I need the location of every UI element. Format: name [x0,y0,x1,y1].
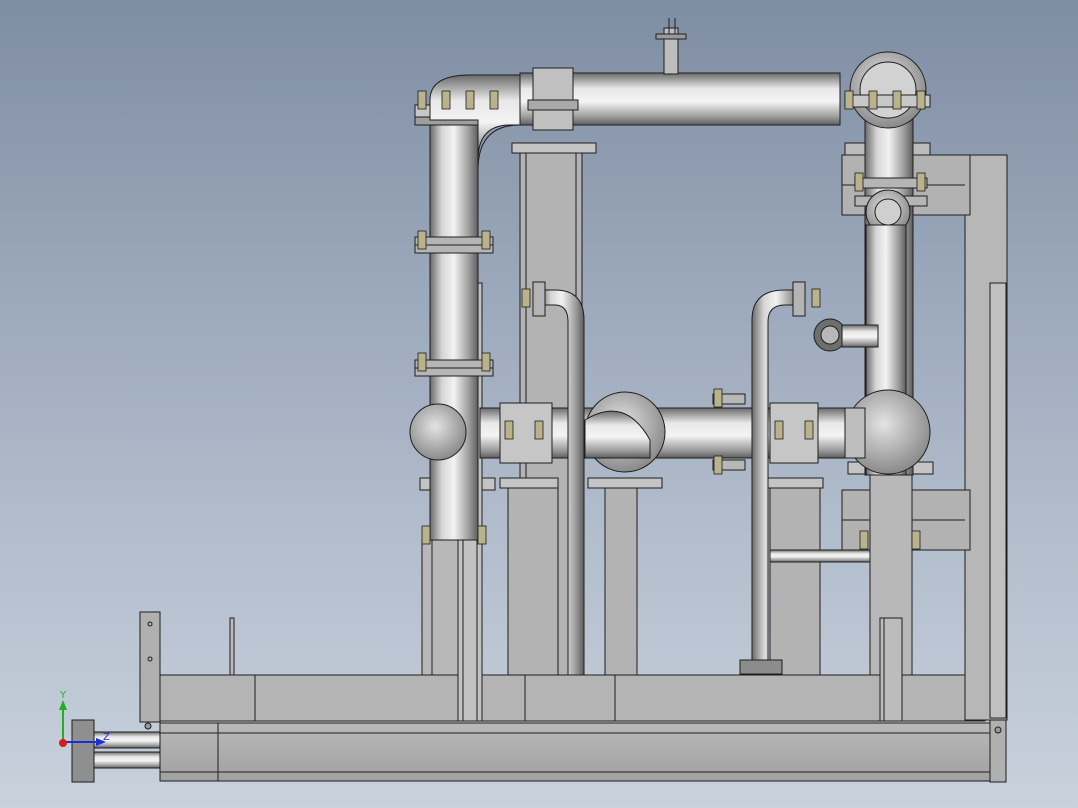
bolt [713,388,723,408]
bolt [916,90,926,110]
bolt [521,288,531,308]
bolt [481,352,491,372]
bolt [854,172,864,192]
bolt [417,230,427,250]
outlet-pipes [71,719,161,783]
bolt [489,90,499,110]
bolt [504,420,514,440]
bolt [417,352,427,372]
bolt [417,90,427,110]
bolt [481,230,491,250]
bolt [892,90,902,110]
y-axis-arrow [59,700,67,710]
small-pipes [532,281,879,676]
z-axis-label: Z [103,732,110,743]
bolt [911,530,921,550]
bolt [868,90,878,110]
bolt [844,90,854,110]
bolt [534,420,544,440]
bolt [811,288,821,308]
graphics-viewport[interactable]: Y Z [0,0,1078,808]
x-axis-indicator [59,739,67,747]
bolt [477,525,487,545]
bolt [859,530,869,550]
bolt [916,172,926,192]
bolt [441,90,451,110]
bolt [713,455,723,475]
bolt [465,90,475,110]
middle-header-pipe [409,389,931,475]
bolt [804,420,814,440]
bolt [421,525,431,545]
pipe-skid-model[interactable]: Y Z [0,0,1078,808]
bolt [774,420,784,440]
y-axis-label: Y [59,690,67,701]
